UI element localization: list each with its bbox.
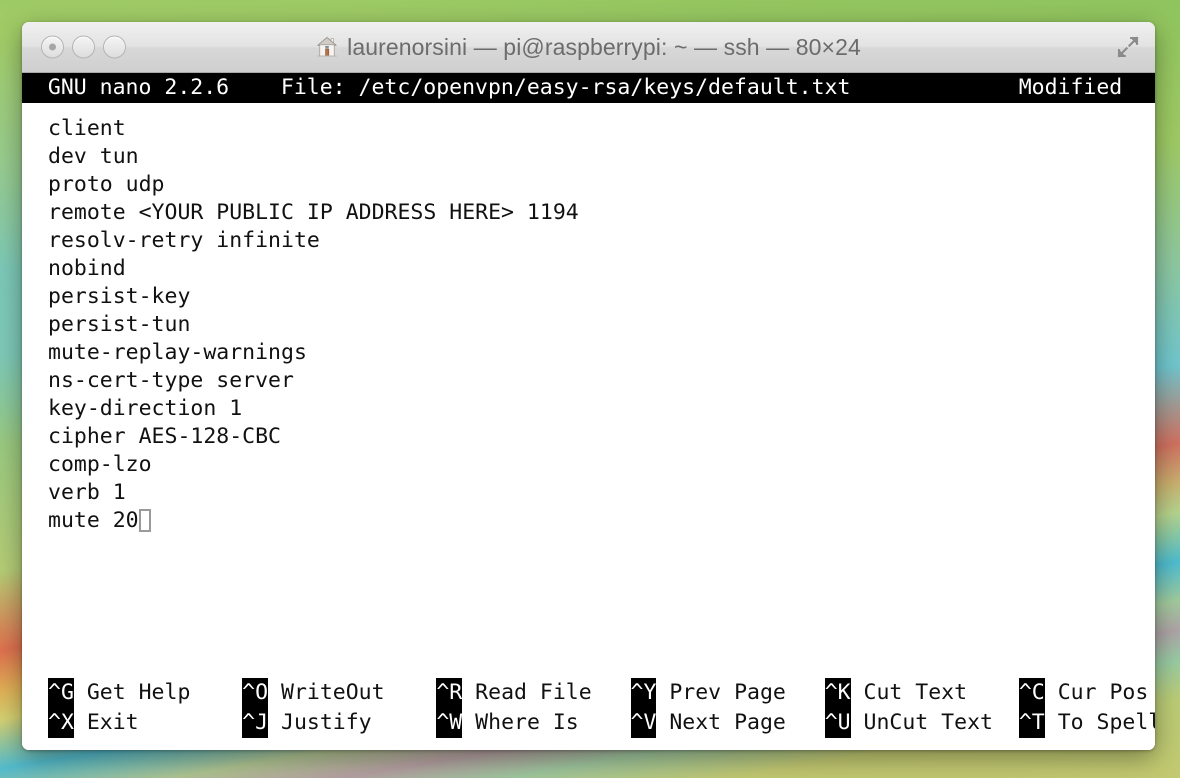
nano-line: client — [22, 115, 1155, 143]
nano-line-text: persist-tun — [48, 312, 191, 337]
house-icon — [317, 37, 337, 57]
nano-line: key-direction 1 — [22, 395, 1155, 423]
fullscreen-button[interactable] — [1115, 34, 1141, 60]
shortcut-ctrl-t[interactable]: ^T To Spell — [1018, 708, 1155, 738]
shortcut-ctrl-u[interactable]: ^U UnCut Text — [824, 708, 1019, 738]
nano-line-text: ns-cert-type server — [48, 368, 294, 393]
nano-line: resolv-retry infinite — [22, 227, 1155, 255]
nano-line-text: mute-replay-warnings — [48, 340, 307, 365]
window-title: laurenorsini — pi@raspberrypi: ~ — ssh —… — [347, 33, 861, 60]
shortcut-key: ^V — [630, 708, 657, 738]
shortcut-ctrl-w[interactable]: ^W Where Is — [436, 708, 630, 738]
shortcut-label: UnCut Text — [850, 710, 1019, 735]
nano-line: proto udp — [22, 171, 1155, 199]
nano-line: verb 1 — [22, 479, 1155, 507]
nano-line: persist-tun — [22, 311, 1155, 339]
terminal-screen[interactable]: GNU nano 2.2.6 File: /etc/openvpn/easy-r… — [22, 73, 1155, 750]
shortcut-key: ^W — [436, 708, 463, 738]
text-cursor — [138, 509, 151, 532]
shortcut-label: Exit — [73, 710, 243, 735]
nano-line-text: remote <YOUR PUBLIC IP ADDRESS HERE> 119… — [48, 200, 579, 225]
nano-line-text: cipher AES-128-CBC — [48, 424, 281, 449]
shortcut-ctrl-x[interactable]: ^X Exit — [48, 708, 242, 738]
window-titlebar[interactable]: laurenorsini — pi@raspberrypi: ~ — ssh —… — [22, 22, 1155, 73]
shortcut-label: Prev Page — [656, 680, 825, 705]
shortcut-label: WriteOut — [268, 680, 437, 705]
shortcut-label: Read File — [462, 680, 631, 705]
nano-line-text: verb 1 — [48, 480, 126, 505]
shortcut-key: ^T — [1018, 708, 1045, 738]
nano-line: cipher AES-128-CBC — [22, 423, 1155, 451]
nano-line: nobind — [22, 255, 1155, 283]
shortcut-ctrl-y[interactable]: ^Y Prev Page — [630, 678, 825, 708]
nano-line: comp-lzo — [22, 451, 1155, 479]
nano-line-text: client — [48, 116, 126, 141]
shortcut-ctrl-k[interactable]: ^K Cut Text — [824, 678, 1019, 708]
shortcut-row-1: ^G Get Help ^O WriteOut ^R Read File ^Y … — [22, 678, 1155, 708]
shortcut-key: ^U — [824, 708, 851, 738]
nano-line: ns-cert-type server — [22, 367, 1155, 395]
nano-line-text: resolv-retry infinite — [48, 228, 320, 253]
shortcut-ctrl-o[interactable]: ^O WriteOut — [242, 678, 436, 708]
shortcut-key: ^K — [824, 678, 851, 708]
window-title-group: laurenorsini — pi@raspberrypi: ~ — ssh —… — [22, 34, 1155, 61]
nano-line-text: persist-key — [48, 284, 191, 309]
shortcut-label: Justify — [268, 710, 437, 735]
nano-line: dev tun — [22, 143, 1155, 171]
shortcut-ctrl-r[interactable]: ^R Read File — [436, 678, 630, 708]
nano-line-text: key-direction 1 — [48, 396, 243, 421]
shortcut-key: ^O — [242, 678, 269, 708]
nano-line: remote <YOUR PUBLIC IP ADDRESS HERE> 119… — [22, 199, 1155, 227]
shortcut-ctrl-g[interactable]: ^G Get Help — [48, 678, 242, 708]
shortcut-label: Cur Pos — [1057, 680, 1149, 705]
nano-line-text: dev tun — [48, 144, 139, 169]
shortcut-key: ^G — [48, 678, 74, 708]
shortcut-label: Where Is — [462, 710, 631, 735]
shortcut-ctrl-c[interactable]: ^C Cur Pos — [1018, 678, 1155, 708]
shortcut-key: ^R — [436, 678, 463, 708]
shortcut-label: Next Page — [656, 710, 825, 735]
shortcut-label: To Spell — [1057, 710, 1155, 735]
shortcut-key: ^C — [1018, 678, 1045, 708]
nano-line-text: mute 20 — [48, 508, 139, 533]
shortcut-label: Get Help — [73, 680, 243, 705]
shortcut-key: ^Y — [630, 678, 657, 708]
nano-line: mute-replay-warnings — [22, 339, 1155, 367]
fullscreen-icon — [1117, 36, 1139, 58]
nano-line: persist-key — [22, 283, 1155, 311]
nano-title-bar: GNU nano 2.2.6 File: /etc/openvpn/easy-r… — [22, 73, 1155, 103]
shortcut-ctrl-j[interactable]: ^J Justify — [242, 708, 436, 738]
terminal-window: laurenorsini — pi@raspberrypi: ~ — ssh —… — [22, 22, 1155, 750]
nano-line-text: nobind — [48, 256, 126, 281]
nano-line-text: comp-lzo — [48, 452, 152, 477]
nano-line: mute 20 — [22, 507, 1155, 535]
nano-shortcut-bar: ^G Get Help ^O WriteOut ^R Read File ^Y … — [22, 678, 1155, 750]
shortcut-label: Cut Text — [850, 680, 1019, 705]
shortcut-ctrl-v[interactable]: ^V Next Page — [630, 708, 825, 738]
nano-line-text: proto udp — [48, 172, 165, 197]
nano-text-area[interactable]: client dev tun proto udp remote <YOUR PUBLI… — [22, 103, 1155, 678]
shortcut-key: ^J — [242, 708, 269, 738]
shortcut-row-2: ^X Exit ^J Justify ^W Where Is ^V Next P… — [22, 708, 1155, 738]
shortcut-key: ^X — [48, 708, 74, 738]
